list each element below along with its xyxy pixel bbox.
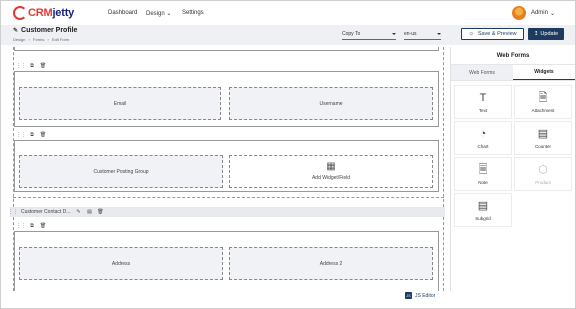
caret-down-icon <box>392 33 396 35</box>
chart-icon: ◔ <box>479 127 487 140</box>
copy-to-select[interactable]: Copy To <box>342 31 396 40</box>
drag-handle-icon[interactable]: ⋮⋮ <box>16 223 26 229</box>
field-email[interactable]: Email <box>19 87 221 120</box>
user-menu[interactable]: Admin ⌄ <box>511 6 555 20</box>
logo-mark-icon <box>13 6 27 20</box>
nav-design-label: Design <box>146 11 165 17</box>
widget-attachment[interactable]: 🗎 Attachment <box>514 85 572 119</box>
delete-icon[interactable]: 🗑 <box>97 209 103 215</box>
form-section: Address Address 2 <box>14 231 439 291</box>
add-widget-field-button[interactable]: ▦ Add Widget/Field <box>229 155 433 188</box>
form-section-partial <box>14 47 439 51</box>
section-name: Customer Contact D... <box>21 209 71 215</box>
breadcrumb: Design › Forms › Edit Form <box>13 37 70 42</box>
nav-dashboard[interactable]: Dashboard <box>108 10 137 16</box>
field-address[interactable]: Address <box>19 247 223 280</box>
crmjetty-logo[interactable]: CRMjetty <box>13 6 74 20</box>
delete-icon[interactable]: 🗑 <box>40 132 46 138</box>
note-icon: 🗏 <box>478 163 488 176</box>
layout-icon[interactable]: ▤ <box>86 209 92 215</box>
breadcrumb-edit-form: Edit Form <box>51 37 70 42</box>
edit-pencil-icon[interactable]: ✎ <box>13 27 18 34</box>
logo-prefix: CRM <box>28 7 53 19</box>
locale-select[interactable]: en-us <box>404 31 441 40</box>
widget-text[interactable]: T Text <box>454 85 512 119</box>
tab-widgets[interactable]: Widgets <box>513 65 575 80</box>
save-preview-button[interactable]: ☼ Save & Preview <box>461 28 524 40</box>
update-button[interactable]: ↥ Update <box>528 28 564 40</box>
widget-subgrid[interactable]: ▤ Subgrid <box>454 193 512 227</box>
widget-chart[interactable]: ◔ Chart <box>454 121 512 155</box>
nav-design[interactable]: Design ⌄ <box>146 10 171 17</box>
field-username[interactable]: Username <box>229 87 433 120</box>
attachment-icon: 🗎 <box>538 91 548 104</box>
nav-settings[interactable]: Settings <box>182 10 204 16</box>
chevron-down-icon: ⌄ <box>166 11 172 17</box>
breadcrumb-forms[interactable]: Forms <box>33 37 44 42</box>
section-toolbar: ⋮⋮ ⧉ 🗑 <box>16 132 46 138</box>
user-name: Admin <box>530 10 548 16</box>
edit-pencil-icon[interactable]: ✎ <box>75 209 81 215</box>
chevron-down-icon: ⌄ <box>549 10 555 17</box>
drag-handle-icon[interactable]: ⋮⋮ <box>10 209 18 215</box>
section-toolbar: ⋮⋮ ⧉ 🗑 <box>16 223 46 229</box>
eye-icon: ☼ <box>468 31 474 37</box>
copy-icon[interactable]: ⧉ <box>29 132 35 138</box>
widget-product: ⬡ Product <box>514 157 572 191</box>
drag-handle-icon[interactable]: ⋮⋮ <box>16 63 26 69</box>
top-navigation-bar: CRMjetty Dashboard Design ⌄ Settings Adm… <box>1 1 575 25</box>
widget-note[interactable]: 🗏 Note <box>454 157 512 191</box>
add-widget-icon: ▦ <box>326 161 336 172</box>
breadcrumb-design[interactable]: Design <box>13 37 25 42</box>
section-header-toolbar: ⋮⋮ Customer Contact D... ✎ ▤ 🗑 <box>10 209 104 215</box>
product-icon: ⬡ <box>538 163 548 176</box>
locale-value: en-us <box>404 31 417 37</box>
counter-icon: ▤ <box>537 127 549 140</box>
form-section: Customer Posting Group ▦ Add Widget/Fiel… <box>14 140 439 192</box>
delete-icon[interactable]: 🗑 <box>40 63 46 69</box>
page-header: ✎ Customer Profile Design › Forms › Edit… <box>1 25 575 45</box>
avatar <box>511 6 526 20</box>
logo-suffix: jetty <box>52 7 75 19</box>
field-address-2[interactable]: Address 2 <box>229 247 433 280</box>
text-icon: T <box>479 91 487 104</box>
drag-handle-icon[interactable]: ⋮⋮ <box>16 132 26 138</box>
form-section: Email Username <box>14 71 439 127</box>
copy-icon[interactable]: ⧉ <box>29 63 35 69</box>
copy-icon[interactable]: ⧉ <box>29 223 35 229</box>
tab-web-forms[interactable]: Web Forms <box>451 65 513 80</box>
section-toolbar: ⋮⋮ ⧉ 🗑 <box>16 63 46 69</box>
caret-down-icon <box>437 33 441 35</box>
field-customer-posting-group[interactable]: Customer Posting Group <box>19 155 223 188</box>
widget-counter[interactable]: ▤ Counter <box>514 121 572 155</box>
js-editor-button[interactable]: JS JS Editor <box>405 292 435 299</box>
form-canvas: ⋮⋮ ⧉ 🗑 Email Username ⋮⋮ ⧉ 🗑 Customer Po… <box>10 47 447 291</box>
upload-icon: ↥ <box>533 31 539 37</box>
subgrid-icon: ▤ <box>477 199 489 212</box>
panel-tabs: Web Forms Widgets <box>451 64 575 81</box>
js-icon: JS <box>405 292 412 299</box>
copy-to-label: Copy To <box>342 31 361 37</box>
widgets-panel: Web Forms Web Forms Widgets T Text 🗎 Att… <box>450 47 575 291</box>
page-title-text: Customer Profile <box>21 27 78 34</box>
panel-title: Web Forms <box>496 53 530 59</box>
page-title: ✎ Customer Profile <box>13 27 77 34</box>
delete-icon[interactable]: 🗑 <box>40 223 46 229</box>
